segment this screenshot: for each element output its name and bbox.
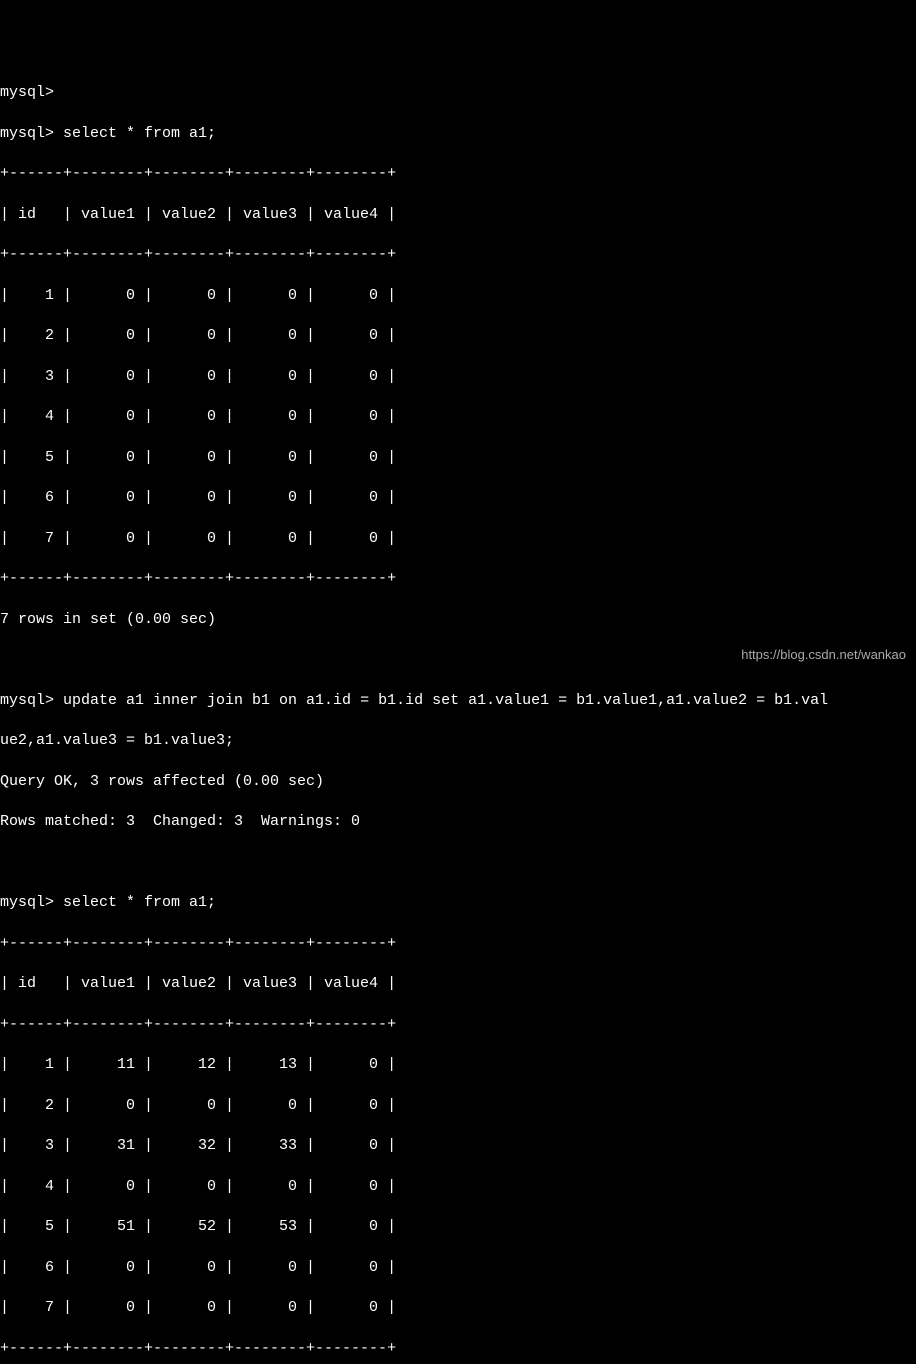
table-row: | 1 | 11 | 12 | 13 | 0 | — [0, 1055, 916, 1075]
query1-line[interactable]: mysql> select * from a1; — [0, 124, 916, 144]
table-row: | 5 | 51 | 52 | 53 | 0 | — [0, 1217, 916, 1237]
query2-result2: Rows matched: 3 Changed: 3 Warnings: 0 — [0, 812, 916, 832]
table-row: | 3 | 0 | 0 | 0 | 0 | — [0, 367, 916, 387]
table1-summary: 7 rows in set (0.00 sec) — [0, 610, 916, 630]
table2-border-mid: +------+--------+--------+--------+-----… — [0, 1015, 916, 1035]
blank-line — [0, 853, 916, 873]
table1-border-mid: +------+--------+--------+--------+-----… — [0, 245, 916, 265]
sql-query: update a1 inner join b1 on a1.id = b1.id… — [63, 692, 828, 709]
table2-border-bot: +------+--------+--------+--------+-----… — [0, 1339, 916, 1359]
table-row: | 6 | 0 | 0 | 0 | 0 | — [0, 1258, 916, 1278]
table-row: | 6 | 0 | 0 | 0 | 0 | — [0, 488, 916, 508]
table-row: | 4 | 0 | 0 | 0 | 0 | — [0, 407, 916, 427]
table1-header: | id | value1 | value2 | value3 | value4… — [0, 205, 916, 225]
sql-query: select * from a1; — [63, 894, 216, 911]
table-row: | 4 | 0 | 0 | 0 | 0 | — [0, 1177, 916, 1197]
query2-result1: Query OK, 3 rows affected (0.00 sec) — [0, 772, 916, 792]
table1-border-bot: +------+--------+--------+--------+-----… — [0, 569, 916, 589]
sql-query: select * from a1; — [63, 125, 216, 142]
table2-border-top: +------+--------+--------+--------+-----… — [0, 934, 916, 954]
table-row: | 7 | 0 | 0 | 0 | 0 | — [0, 1298, 916, 1318]
query3-line[interactable]: mysql> select * from a1; — [0, 893, 916, 913]
table-row: | 1 | 0 | 0 | 0 | 0 | — [0, 286, 916, 306]
table1-border-top: +------+--------+--------+--------+-----… — [0, 164, 916, 184]
prompt-line-empty: mysql> — [0, 83, 916, 103]
query2-line1[interactable]: mysql> update a1 inner join b1 on a1.id … — [0, 691, 916, 711]
table2-header: | id | value1 | value2 | value3 | value4… — [0, 974, 916, 994]
table-row: | 2 | 0 | 0 | 0 | 0 | — [0, 1096, 916, 1116]
query2-line2: ue2,a1.value3 = b1.value3; — [0, 731, 916, 751]
table-row: | 3 | 31 | 32 | 33 | 0 | — [0, 1136, 916, 1156]
table-row: | 2 | 0 | 0 | 0 | 0 | — [0, 326, 916, 346]
table-row: | 5 | 0 | 0 | 0 | 0 | — [0, 448, 916, 468]
table-row: | 7 | 0 | 0 | 0 | 0 | — [0, 529, 916, 549]
watermark: https://blog.csdn.net/wankao — [741, 646, 906, 664]
